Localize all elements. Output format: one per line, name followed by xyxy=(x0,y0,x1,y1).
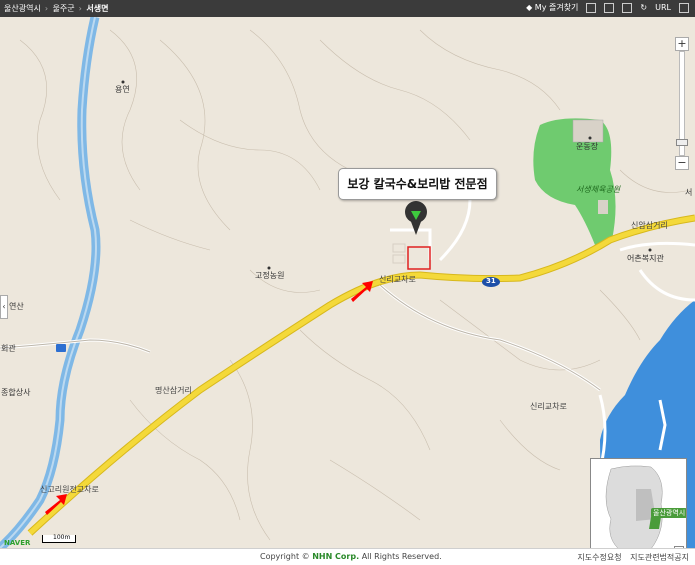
stadium-building xyxy=(572,119,604,143)
road-label-myeongsan-junction[interactable]: 명산삼거리 xyxy=(155,385,192,396)
park-building xyxy=(598,200,608,214)
save-icon[interactable] xyxy=(604,2,615,13)
zoom-control: + − xyxy=(675,37,689,172)
place-label-hoegwan[interactable]: 회관 xyxy=(1,343,16,354)
breadcrumb-county[interactable]: 울주군 xyxy=(53,4,75,13)
minimap-graphics xyxy=(591,459,686,548)
place-label-seo-edge[interactable]: 서 xyxy=(685,187,692,198)
favorites-label: My 즐겨찾기 xyxy=(534,3,579,12)
route-number-label: 31 xyxy=(486,277,496,285)
zoom-in-button[interactable]: + xyxy=(675,37,689,51)
print-icon[interactable] xyxy=(586,2,597,13)
map-canvas[interactable]: 보강 칼국수&보리밥 전문점 용연 고정농원 운동장 서생체육공원 어촌복지관 … xyxy=(0,17,695,548)
road-label-singori-junction[interactable]: 신고리원전교차로 xyxy=(40,484,99,495)
breadcrumb: 울산광역시 › 울주군 › 서생면 xyxy=(4,3,111,14)
panel-toggle-button[interactable]: ‹ xyxy=(0,295,8,319)
road-label-sinri-road[interactable]: 신리교차로 xyxy=(530,401,567,412)
zoom-slider[interactable] xyxy=(676,51,688,156)
minimap[interactable]: 울산광역시 × xyxy=(590,458,687,548)
place-label-yongyeon[interactable]: 용연 xyxy=(115,84,130,95)
minimap-label: 울산광역시 xyxy=(651,508,686,518)
bus-stop-icon xyxy=(56,344,66,352)
copyright: Copyright © NHN Corp. All Rights Reserve… xyxy=(260,552,442,561)
place-label-jonghap-sangsa[interactable]: 종합상사 xyxy=(1,387,30,398)
breadcrumb-separator: › xyxy=(78,4,82,13)
company-name: NHN Corp. xyxy=(312,552,360,561)
footer-links: 지도수정요청 지도관련법적공지 xyxy=(571,552,689,563)
place-label-gojeong-farm[interactable]: 고정농원 xyxy=(255,270,284,281)
close-icon[interactable] xyxy=(679,2,689,13)
road-label-sinam-junction[interactable]: 신암삼거리 xyxy=(631,220,668,231)
breadcrumb-current: 서생면 xyxy=(86,4,109,13)
legal-notice-link[interactable]: 지도관련법적공지 xyxy=(630,553,689,562)
copyright-suffix: All Rights Reserved. xyxy=(361,552,442,561)
footer: Copyright © NHN Corp. All Rights Reserve… xyxy=(0,548,695,565)
scale-bar: 100m xyxy=(42,534,76,543)
zoom-out-button[interactable]: − xyxy=(675,156,689,170)
road-label-sinri-junction[interactable]: 신리교차로 xyxy=(379,274,416,285)
breadcrumb-city[interactable]: 울산광역시 xyxy=(4,4,41,13)
place-label-eochon-welfare[interactable]: 어촌복지관 xyxy=(627,253,664,264)
place-label-undongjang[interactable]: 운동장 xyxy=(576,141,598,152)
refresh-icon[interactable]: ↻ xyxy=(640,3,647,12)
favorites-button[interactable]: ◆ My 즐겨찾기 xyxy=(526,2,578,13)
copyright-prefix: Copyright © xyxy=(260,552,310,561)
toolbar: ◆ My 즐겨찾기 ↻ URL xyxy=(526,2,689,13)
url-button[interactable]: URL xyxy=(655,3,671,12)
window-icon[interactable] xyxy=(622,2,633,13)
zoom-slider-knob[interactable] xyxy=(676,139,688,146)
top-bar: 울산광역시 › 울주군 › 서생면 ◆ My 즐겨찾기 ↻ URL xyxy=(0,0,695,17)
place-label-seosaeng-park[interactable]: 서생체육공원 xyxy=(576,184,620,195)
scale-label: 100m xyxy=(53,534,71,541)
breadcrumb-separator: › xyxy=(44,4,49,13)
place-label-yeonsan[interactable]: 연산 xyxy=(9,301,24,312)
naver-logo: NAVER xyxy=(4,539,31,547)
report-error-link[interactable]: 지도수정요청 xyxy=(577,553,621,562)
place-callout[interactable]: 보강 칼국수&보리밥 전문점 xyxy=(338,168,497,200)
